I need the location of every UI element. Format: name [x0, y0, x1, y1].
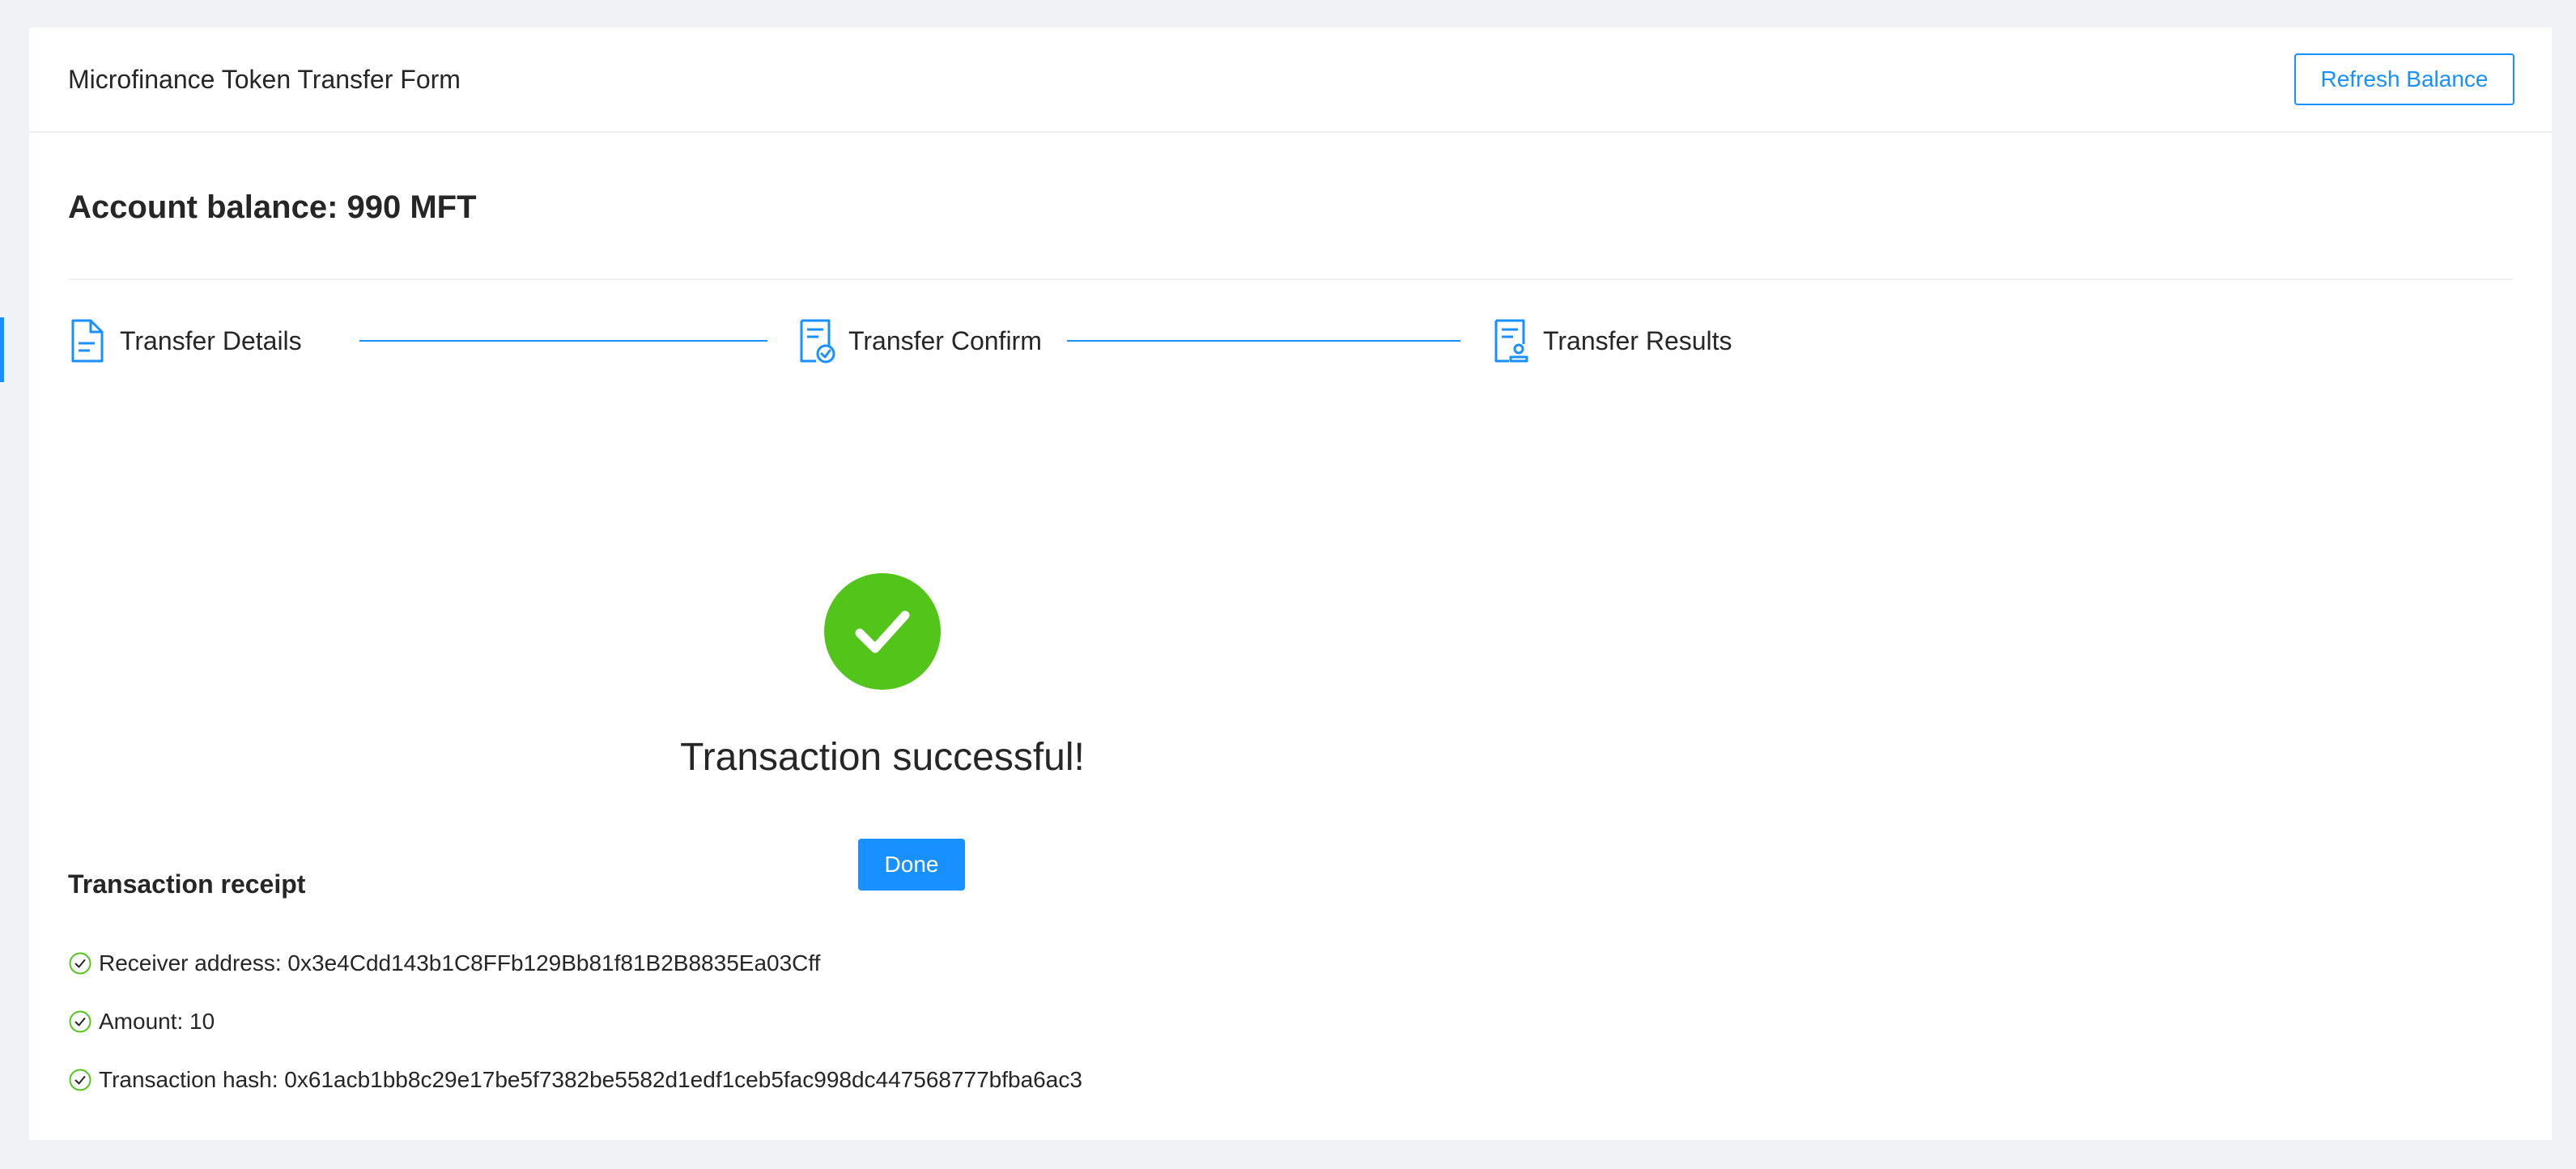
divider — [68, 278, 2513, 280]
step-label: Transfer Results — [1543, 325, 1732, 355]
steps: Transfer Details Transfer Confirm Transf… — [68, 312, 1732, 369]
receipt-item-text: Amount: 10 — [99, 1009, 215, 1034]
step-connector — [1067, 340, 1460, 342]
page-title: Microfinance Token Transfer Form — [68, 65, 461, 94]
step-transfer-results: Transfer Results — [1491, 312, 1732, 369]
step-label: Transfer Confirm — [848, 325, 1042, 355]
transaction-receipt: Transaction receipt Receiver address: 0x… — [68, 865, 1082, 1109]
receipt-item-receiver: Receiver address: 0x3e4Cdd143b1C8FFb129B… — [68, 934, 1082, 993]
card-header: Microfinance Token Transfer Form Refresh… — [29, 28, 2552, 133]
step-label: Transfer Details — [120, 325, 302, 355]
receipt-item-text: Receiver address: 0x3e4Cdd143b1C8FFb129B… — [99, 950, 821, 976]
check-circle-outline-icon — [68, 1068, 92, 1092]
step-connector — [359, 340, 767, 342]
document-user-icon — [1491, 318, 1530, 363]
result-title: Transaction successful! — [680, 736, 1085, 779]
check-circle-icon — [824, 573, 941, 690]
side-active-indicator — [0, 317, 4, 382]
check-circle-outline-icon — [68, 1010, 92, 1034]
receipt-item-text: Transaction hash: 0x61acb1bb8c29e17be5f7… — [99, 1067, 1082, 1092]
receipt-item-hash: Transaction hash: 0x61acb1bb8c29e17be5f7… — [68, 1051, 1082, 1109]
account-balance: Account balance: 990 MFT — [68, 189, 477, 225]
receipt-title: Transaction receipt — [68, 869, 306, 899]
step-transfer-confirm: Transfer Confirm — [797, 312, 1042, 369]
receipt-item-amount: Amount: 10 — [68, 993, 1082, 1051]
check-circle-outline-icon — [68, 951, 92, 976]
document-icon — [68, 318, 107, 363]
refresh-balance-button[interactable]: Refresh Balance — [2294, 53, 2514, 105]
document-check-icon — [797, 318, 835, 363]
step-transfer-details: Transfer Details — [68, 312, 302, 369]
